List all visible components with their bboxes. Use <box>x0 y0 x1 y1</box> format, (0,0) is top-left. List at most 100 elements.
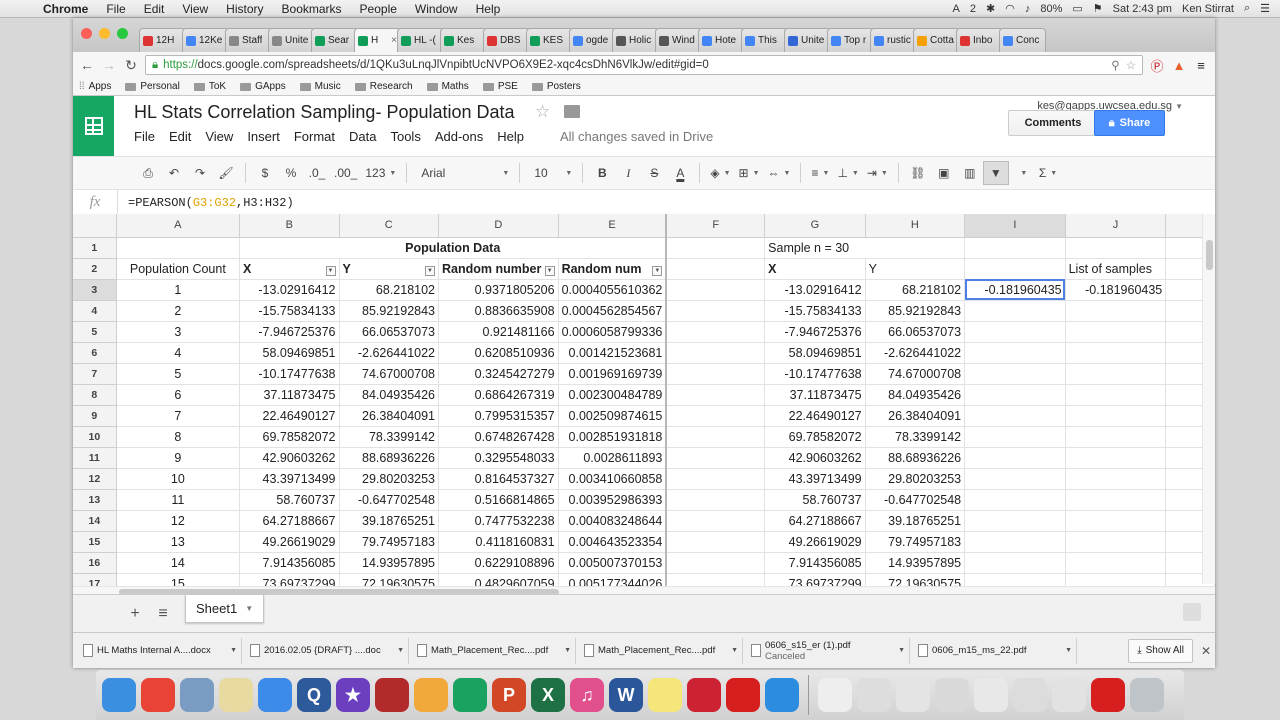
browser-tab[interactable]: Hote <box>698 28 745 52</box>
horizontal-align-icon[interactable]: ≡ ▼ <box>807 161 833 185</box>
browser-tab[interactable]: rustic <box>870 28 917 52</box>
cell[interactable] <box>1065 300 1167 322</box>
font-size-select[interactable]: 10 ▼ <box>526 161 576 185</box>
chrome-icon[interactable] <box>141 678 175 712</box>
safari-icon[interactable] <box>765 678 799 712</box>
cell[interactable] <box>1065 426 1167 448</box>
cell[interactable] <box>666 363 766 385</box>
sheets-menu-file[interactable]: File <box>134 129 169 144</box>
header-cell[interactable]: X <box>764 258 866 280</box>
chevron-down-icon[interactable]: ▼ <box>564 647 571 654</box>
merge-cells-icon[interactable]: ⇔ ▼ <box>764 161 795 185</box>
browser-tab[interactable]: Sear <box>311 28 358 52</box>
cell[interactable] <box>116 237 241 259</box>
formula-input[interactable]: =PEARSON(G3:G32 ,H3:H32) <box>117 190 294 215</box>
bookmark-folder-music[interactable]: Music <box>299 81 341 92</box>
cell[interactable]: 12 <box>116 510 241 532</box>
row-header[interactable]: 7 <box>73 363 117 385</box>
sheets-menu-data[interactable]: Data <box>349 129 390 144</box>
row-header[interactable]: 5 <box>73 321 117 343</box>
cell[interactable]: 0.3295548033 <box>438 447 559 469</box>
acrobat-icon[interactable] <box>726 678 760 712</box>
close-window-icon[interactable] <box>81 28 92 39</box>
cell[interactable]: 69.78582072 <box>764 426 866 448</box>
download-item[interactable]: Math_Placement_Rec....pdf ▼ <box>580 637 743 664</box>
row-header[interactable]: 16 <box>73 552 117 574</box>
cell[interactable] <box>666 342 766 364</box>
cell[interactable]: 3 <box>116 321 241 343</box>
column-header[interactable]: A <box>116 214 241 238</box>
cell[interactable]: 22.46490127 <box>239 405 340 427</box>
document-title[interactable]: HL Stats Correlation Sampling- Populatio… <box>134 102 515 123</box>
download-item[interactable]: 0606_s15_er (1).pdf Canceled ▼ <box>747 637 910 664</box>
cell[interactable]: 0.9371805206 <box>438 279 559 301</box>
browser-tab[interactable]: This <box>741 28 788 52</box>
cell[interactable]: 79.74957183 <box>865 531 966 553</box>
print-icon[interactable]: ⎙ <box>135 161 161 185</box>
menu-clock[interactable]: Sat 2:43 pm <box>1113 3 1172 15</box>
cell[interactable] <box>1065 342 1167 364</box>
row-header[interactable]: 4 <box>73 300 117 322</box>
menu-people[interactable]: People <box>351 2 406 16</box>
minimize-window-icon[interactable] <box>99 28 110 39</box>
cell[interactable]: 0.002300484789 <box>558 384 668 406</box>
bookmark-folder-personal[interactable]: Personal <box>125 81 180 92</box>
add-sheet-icon[interactable]: + <box>121 601 149 627</box>
cell[interactable]: 74.67000708 <box>339 363 440 385</box>
cell[interactable] <box>964 321 1066 343</box>
cell[interactable]: 43.39713499 <box>239 468 340 490</box>
doc4-icon[interactable] <box>935 678 969 712</box>
browser-tab[interactable]: HL -( <box>397 28 444 52</box>
italic-button[interactable]: I <box>615 161 641 185</box>
text-color-button[interactable]: A <box>667 161 693 185</box>
list-of-samples-label[interactable]: List of samples <box>1065 258 1167 280</box>
column-header[interactable] <box>73 214 117 238</box>
sheets-menu-insert[interactable]: Insert <box>247 129 294 144</box>
browser-tab[interactable]: H × <box>354 28 401 52</box>
cell[interactable] <box>1065 510 1167 532</box>
stickies-icon[interactable] <box>648 678 682 712</box>
vertical-align-icon[interactable]: ⊥ ▼ <box>833 161 862 185</box>
extension-icon[interactable]: ▲ <box>1171 58 1187 73</box>
cell[interactable]: 68.218102 <box>339 279 440 301</box>
filter-dropdown-icon[interactable]: ▼ <box>425 265 436 276</box>
cell[interactable]: 42.90603262 <box>239 447 340 469</box>
cell[interactable] <box>666 426 766 448</box>
folder-icon[interactable] <box>564 105 580 118</box>
download-item[interactable]: 0606_m15_ms_22.pdf ▼ <box>914 637 1077 664</box>
doc2-icon[interactable] <box>857 678 891 712</box>
cell[interactable]: 8 <box>116 426 241 448</box>
menu-user[interactable]: Ken Stirrat <box>1182 3 1234 15</box>
cell[interactable]: 11 <box>116 489 241 511</box>
percent-format-button[interactable]: % <box>278 161 304 185</box>
cell[interactable]: 0.8836635908 <box>438 300 559 322</box>
cell[interactable]: 0.0028611893 <box>558 447 668 469</box>
cell[interactable]: 69.78582072 <box>239 426 340 448</box>
cell[interactable]: 0.004083248644 <box>558 510 668 532</box>
cell[interactable]: 0.6208510936 <box>438 342 559 364</box>
cell[interactable]: 0.005007370153 <box>558 552 668 574</box>
cell[interactable]: 79.74957183 <box>339 531 440 553</box>
cell[interactable]: 26.38404091 <box>339 405 440 427</box>
bookmark-star-icon[interactable]: ☆ <box>1126 58 1136 72</box>
volume-icon[interactable]: ♪ <box>1025 3 1031 15</box>
browser-tab[interactable]: 12Ke <box>182 28 229 52</box>
flag-icon[interactable]: ⚑ <box>1093 2 1103 15</box>
cell[interactable]: 5 <box>116 363 241 385</box>
cell[interactable]: 0.001421523681 <box>558 342 668 364</box>
cell[interactable] <box>964 300 1066 322</box>
cell[interactable] <box>666 531 766 553</box>
explore-icon[interactable] <box>1183 603 1201 621</box>
cell[interactable]: 0.002509874615 <box>558 405 668 427</box>
cell[interactable] <box>964 405 1066 427</box>
row-header[interactable]: 8 <box>73 384 117 406</box>
doc1-icon[interactable] <box>818 678 852 712</box>
cell[interactable]: 49.26619029 <box>764 531 866 553</box>
menu-window[interactable]: Window <box>406 2 467 16</box>
cell[interactable]: 58.09469851 <box>764 342 866 364</box>
cell[interactable] <box>1065 531 1167 553</box>
cell[interactable]: 74.67000708 <box>865 363 966 385</box>
cell[interactable] <box>964 468 1066 490</box>
cell[interactable] <box>666 279 766 301</box>
cell[interactable]: 66.06537073 <box>865 321 966 343</box>
